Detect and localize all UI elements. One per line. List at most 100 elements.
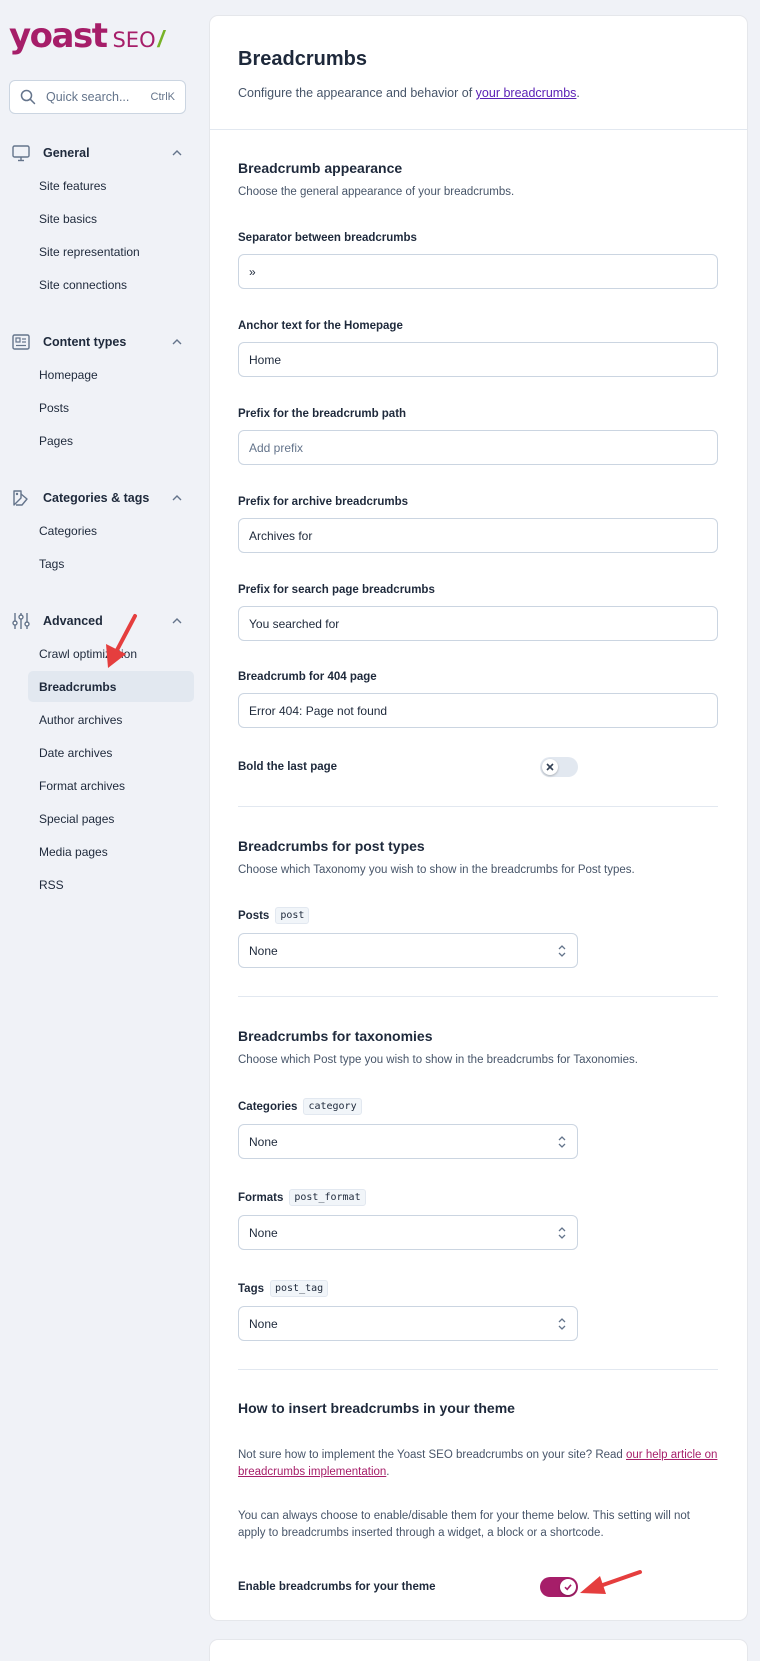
- nav-group-label: Advanced: [43, 614, 103, 628]
- sidebar-item-rss[interactable]: RSS: [28, 869, 194, 900]
- categories-code-badge: category: [303, 1098, 362, 1115]
- categories-posttype-label: Categories category: [238, 1098, 362, 1115]
- yoast-logo[interactable]: yoast SEO /: [9, 16, 164, 56]
- page-title: Breadcrumbs: [238, 48, 367, 70]
- sidebar-item-pages[interactable]: Pages: [28, 425, 194, 456]
- chevron-up-icon: [172, 339, 182, 345]
- nav-head-categories-tags[interactable]: Categories & tags: [0, 481, 200, 515]
- sidebar-item-special-pages[interactable]: Special pages: [28, 803, 194, 834]
- quick-search[interactable]: Quick search... CtrlK: [9, 80, 186, 114]
- toggle-knob: [542, 759, 558, 775]
- chevron-up-icon: [172, 495, 182, 501]
- homepage-anchor-label: Anchor text for the Homepage: [238, 320, 403, 332]
- nav-group-advanced: Advanced Crawl optimization Breadcrumbs …: [0, 604, 200, 900]
- sidebar-item-crawl-optimization[interactable]: Crawl optimization: [28, 638, 194, 669]
- select-value: None: [249, 1134, 278, 1149]
- page-description: Configure the appearance and behavior of…: [238, 86, 580, 100]
- nav-head-content-types[interactable]: Content types: [0, 325, 200, 359]
- section-divider: [238, 1369, 718, 1370]
- nav-group-label: Categories & tags: [43, 491, 150, 505]
- annotation-arrow-icon: [580, 1570, 642, 1594]
- sidebar-item-site-representation[interactable]: Site representation: [28, 236, 194, 267]
- sliders-icon: [12, 613, 30, 629]
- sidebar-item-site-features[interactable]: Site features: [28, 170, 194, 201]
- notfound-label: Breadcrumb for 404 page: [238, 671, 377, 683]
- insert-note-paragraph: You can always choose to enable/disable …: [238, 1510, 690, 1539]
- sidebar-item-site-connections[interactable]: Site connections: [28, 269, 194, 300]
- nav-group-general: General Site features Site basics Site r…: [0, 136, 200, 300]
- search-shortcut: CtrlK: [150, 91, 175, 103]
- formats-label-text: Formats: [238, 1191, 284, 1204]
- sidebar-item-site-basics[interactable]: Site basics: [28, 203, 194, 234]
- section-desc-appearance: Choose the general appearance of your br…: [238, 186, 515, 198]
- bold-last-toggle[interactable]: [540, 757, 578, 777]
- sidebar-item-author-archives[interactable]: Author archives: [28, 704, 194, 735]
- next-card: [210, 1640, 747, 1661]
- sidebar-item-media-pages[interactable]: Media pages: [28, 836, 194, 867]
- sidebar-item-format-archives[interactable]: Format archives: [28, 770, 194, 801]
- chevron-updown-icon: [558, 1317, 566, 1330]
- breadcrumbs-help-link[interactable]: your breadcrumbs: [476, 86, 577, 100]
- separator-label: Separator between breadcrumbs: [238, 232, 417, 244]
- sidebar-item-posts[interactable]: Posts: [28, 392, 194, 423]
- prefix-path-input[interactable]: [238, 430, 718, 465]
- search-prefix-input[interactable]: [238, 606, 718, 641]
- newspaper-icon: [12, 334, 30, 350]
- posts-taxonomy-select[interactable]: None: [238, 933, 578, 968]
- search-placeholder: Quick search...: [46, 90, 130, 104]
- desktop-icon: [12, 145, 30, 162]
- nav-group-content-types: Content types Homepage Posts Pages: [0, 325, 200, 456]
- section-desc-post-types: Choose which Taxonomy you wish to show i…: [238, 864, 635, 876]
- sidebar-item-date-archives[interactable]: Date archives: [28, 737, 194, 768]
- section-desc-taxonomies: Choose which Post type you wish to show …: [238, 1054, 638, 1066]
- tags-posttype-select[interactable]: None: [238, 1306, 578, 1341]
- settings-card: Breadcrumbs Configure the appearance and…: [210, 16, 747, 1620]
- insert-help-text: Not sure how to implement the Yoast SEO …: [238, 1449, 627, 1461]
- chevron-updown-icon: [558, 944, 566, 957]
- sidebar-item-homepage[interactable]: Homepage: [28, 359, 194, 390]
- select-value: None: [249, 1316, 278, 1331]
- search-prefix-label: Prefix for search page breadcrumbs: [238, 584, 435, 596]
- homepage-anchor-input[interactable]: [238, 342, 718, 377]
- categories-posttype-select[interactable]: None: [238, 1124, 578, 1159]
- formats-posttype-label: Formats post_format: [238, 1189, 366, 1206]
- chevron-up-icon: [172, 150, 182, 156]
- section-divider: [238, 996, 718, 997]
- nav-head-advanced[interactable]: Advanced: [0, 604, 200, 638]
- nav-head-general[interactable]: General: [0, 136, 200, 170]
- chevron-updown-icon: [558, 1226, 566, 1239]
- check-icon: [564, 1584, 572, 1591]
- posts-taxonomy-label: Posts post: [238, 907, 310, 924]
- tag-icon: [13, 490, 28, 506]
- toggle-knob: [560, 1579, 576, 1595]
- prefix-path-label: Prefix for the breadcrumb path: [238, 408, 407, 420]
- nav-group-label: Content types: [43, 335, 127, 349]
- notfound-input[interactable]: [238, 693, 718, 728]
- bold-last-label: Bold the last page: [238, 761, 338, 773]
- tags-label-text: Tags: [238, 1282, 264, 1295]
- tags-posttype-label: Tags post_tag: [238, 1280, 329, 1297]
- sidebar-item-categories[interactable]: Categories: [28, 515, 194, 546]
- separator-input[interactable]: [238, 254, 718, 289]
- tags-code-badge: post_tag: [270, 1280, 329, 1297]
- select-value: None: [249, 1225, 278, 1240]
- archive-prefix-label: Prefix for archive breadcrumbs: [238, 496, 409, 508]
- page-desc-text: Configure the appearance and behavior of: [238, 86, 476, 100]
- chevron-up-icon: [172, 618, 182, 624]
- archive-prefix-input[interactable]: [238, 518, 718, 553]
- insert-help-suffix: .: [386, 1466, 390, 1478]
- section-title-appearance: Breadcrumb appearance: [238, 160, 403, 176]
- section-title-insert: How to insert breadcrumbs in your theme: [238, 1400, 515, 1416]
- section-title-post-types: Breadcrumbs for post types: [238, 838, 425, 854]
- logo-slash: /: [157, 26, 164, 52]
- formats-posttype-select[interactable]: None: [238, 1215, 578, 1250]
- page-desc-suffix: .: [576, 86, 580, 100]
- chevron-updown-icon: [558, 1135, 566, 1148]
- posts-code-badge: post: [275, 907, 310, 924]
- logo-product: SEO: [112, 28, 156, 52]
- formats-code-badge: post_format: [289, 1189, 366, 1206]
- sidebar-item-breadcrumbs[interactable]: Breadcrumbs: [28, 671, 194, 702]
- enable-breadcrumbs-toggle[interactable]: [540, 1577, 578, 1597]
- sidebar-item-tags[interactable]: Tags: [28, 548, 194, 579]
- close-icon: [546, 763, 554, 771]
